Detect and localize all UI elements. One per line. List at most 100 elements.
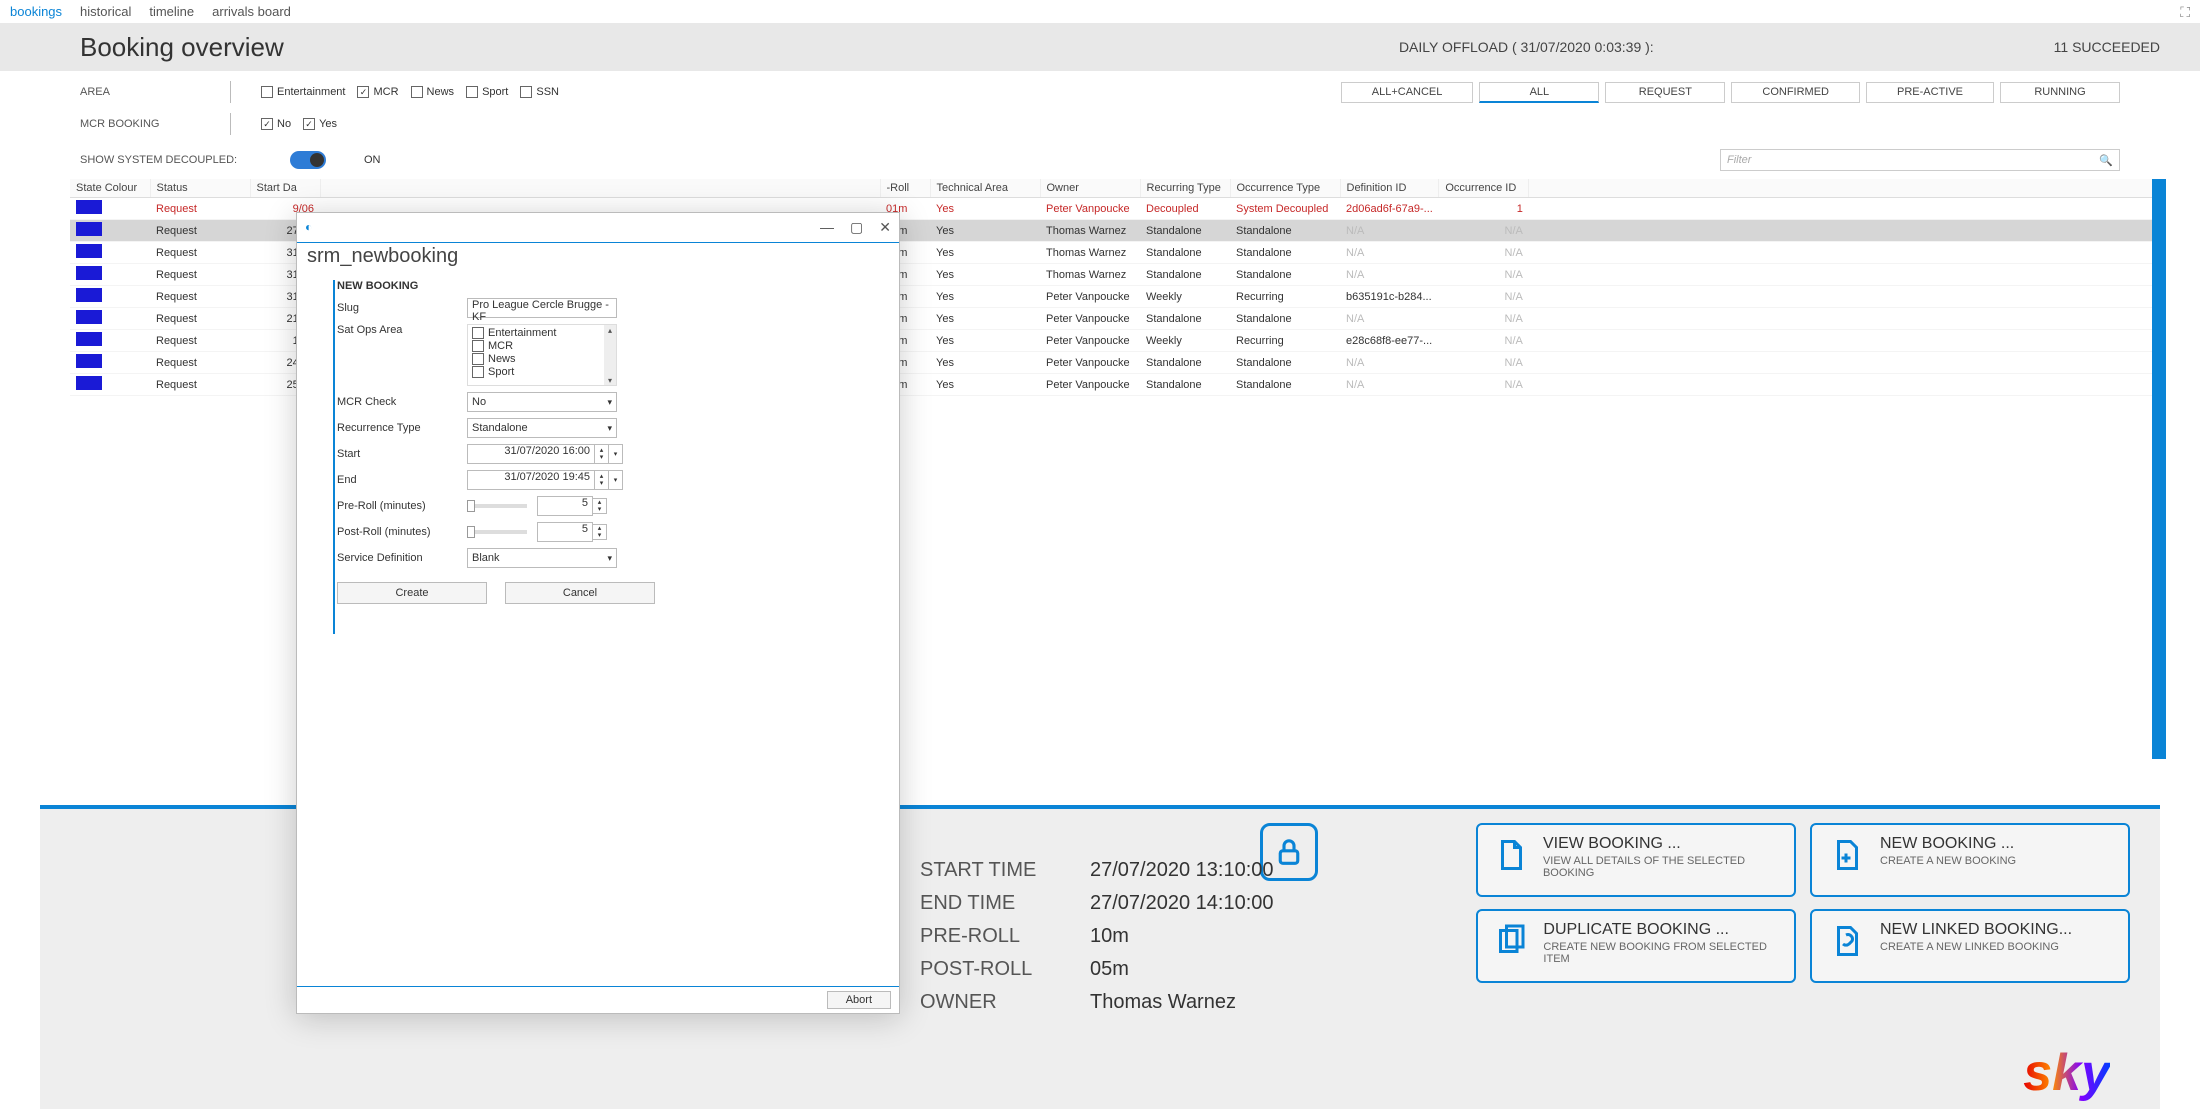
satops-mcr[interactable]: MCR — [472, 340, 612, 352]
end-label: End — [337, 474, 467, 486]
show-decoupled-toggle[interactable] — [290, 151, 326, 169]
new-linked-booking-button[interactable]: NEW LINKED BOOKING...CREATE A NEW LINKED… — [1810, 909, 2130, 983]
col-definition-id[interactable]: Definition ID — [1340, 179, 1439, 198]
col-occurrence-id[interactable]: Occurrence ID — [1439, 179, 1529, 198]
pill-request[interactable]: REQUEST — [1605, 82, 1725, 103]
detail-kv-list: START TIME27/07/2020 13:10:00 END TIME27… — [920, 859, 1274, 1014]
document-link-icon — [1826, 921, 1866, 961]
preroll-input[interactable]: 5 — [537, 496, 593, 516]
new-linked-sub: CREATE A NEW LINKED BOOKING — [1880, 941, 2072, 953]
state-colour-swatch — [76, 354, 102, 368]
area-filter-label: AREA — [80, 86, 200, 98]
filter-row-decoupled: SHOW SYSTEM DECOUPLED: ON Filter 🔍 — [0, 141, 2200, 179]
area-mcr-check[interactable]: ✓MCR — [357, 86, 398, 98]
start-dropdown[interactable]: ▾ — [609, 444, 623, 464]
page-title: Booking overview — [80, 32, 284, 63]
pre-roll-value: 10m — [1090, 925, 1129, 948]
area-ssn-check[interactable]: SSN — [520, 86, 559, 98]
servicedef-select[interactable]: Blank▾ — [467, 548, 617, 568]
area-mcr-label: MCR — [373, 86, 398, 98]
document-plus-icon — [1826, 835, 1866, 875]
create-button[interactable]: Create — [337, 582, 487, 604]
satops-list[interactable]: Entertainment MCR News Sport ▴▾ — [467, 324, 617, 386]
dialog-title: srm_newbooking — [297, 243, 899, 274]
state-colour-swatch — [76, 310, 102, 324]
satops-label: Sat Ops Area — [337, 324, 467, 336]
abort-button[interactable]: Abort — [827, 991, 891, 1009]
pill-all[interactable]: ALL — [1479, 82, 1599, 103]
new-booking-dialog: ◐ — ▢ ✕ srm_newbooking NEW BOOKING Slug … — [296, 212, 900, 1014]
col-technical-area[interactable]: Technical Area — [930, 179, 1040, 198]
postroll-input[interactable]: 5 — [537, 522, 593, 542]
col-owner[interactable]: Owner — [1040, 179, 1140, 198]
start-datetime[interactable]: 31/07/2020 16:00 — [467, 444, 595, 464]
pill-confirmed[interactable]: CONFIRMED — [1731, 82, 1860, 103]
minimize-icon[interactable]: — — [820, 219, 834, 236]
recurrence-value: Standalone — [472, 422, 528, 434]
new-booking-button[interactable]: NEW BOOKING ...CREATE A NEW BOOKING — [1810, 823, 2130, 897]
col-occurrence-type[interactable]: Occurrence Type — [1230, 179, 1340, 198]
end-time-key: END TIME — [920, 892, 1060, 915]
maximize-icon[interactable]: ▢ — [850, 219, 863, 236]
start-time-value: 27/07/2020 13:10:00 — [1090, 859, 1274, 882]
owner-value: Thomas Warnez — [1090, 991, 1236, 1014]
satops-scrollbar[interactable]: ▴▾ — [604, 325, 616, 385]
post-roll-value: 05m — [1090, 958, 1129, 981]
mcrcheck-select[interactable]: No▾ — [467, 392, 617, 412]
state-colour-swatch — [76, 200, 102, 214]
tab-timeline[interactable]: timeline — [149, 4, 194, 19]
fullscreen-icon[interactable]: ⛶ — [2180, 4, 2190, 21]
col-state-colour[interactable]: State Colour — [70, 179, 150, 198]
view-booking-sub: VIEW ALL DETAILS OF THE SELECTED BOOKING — [1543, 855, 1780, 879]
satops-news[interactable]: News — [472, 353, 612, 365]
start-spinner[interactable]: ▴▾ — [595, 444, 609, 464]
close-icon[interactable]: ✕ — [879, 219, 891, 236]
area-news-check[interactable]: News — [411, 86, 455, 98]
satops-sport-label: Sport — [488, 366, 514, 378]
col-roll[interactable]: -Roll — [880, 179, 930, 198]
col-status[interactable]: Status — [150, 179, 250, 198]
view-booking-button[interactable]: VIEW BOOKING ...VIEW ALL DETAILS OF THE … — [1476, 823, 1796, 897]
status-filter-pills: ALL+CANCEL ALL REQUEST CONFIRMED PRE-ACT… — [1341, 82, 2120, 103]
daily-offload-label: DAILY OFFLOAD ( 31/07/2020 0:03:39 ): — [1399, 39, 1654, 55]
area-entertainment-check[interactable]: Entertainment — [261, 86, 345, 98]
pill-preactive[interactable]: PRE-ACTIVE — [1866, 82, 1994, 103]
preroll-slider[interactable] — [467, 504, 527, 508]
preroll-label: Pre-Roll (minutes) — [337, 500, 467, 512]
pill-all-cancel[interactable]: ALL+CANCEL — [1341, 82, 1474, 103]
satops-ent-label: Entertainment — [488, 327, 556, 339]
mcr-no-check[interactable]: ✓No — [261, 118, 291, 130]
grid-scrollbar[interactable] — [2152, 179, 2166, 759]
postroll-spinner[interactable]: ▴▾ — [593, 524, 607, 540]
duplicate-booking-button[interactable]: DUPLICATE BOOKING ...CREATE NEW BOOKING … — [1476, 909, 1796, 983]
chevron-down-icon: ▾ — [607, 397, 612, 408]
mcr-booking-label: MCR BOOKING — [80, 118, 200, 130]
end-datetime[interactable]: 31/07/2020 19:45 — [467, 470, 595, 490]
end-spinner[interactable]: ▴▾ — [595, 470, 609, 490]
postroll-slider[interactable] — [467, 530, 527, 534]
pill-running[interactable]: RUNNING — [2000, 82, 2120, 103]
new-booking-sub: CREATE A NEW BOOKING — [1880, 855, 2016, 867]
preroll-spinner[interactable]: ▴▾ — [593, 498, 607, 514]
area-sport-check[interactable]: Sport — [466, 86, 508, 98]
filter-search[interactable]: Filter 🔍 — [1720, 149, 2120, 171]
col-recurring-type[interactable]: Recurring Type — [1140, 179, 1230, 198]
state-colour-swatch — [76, 266, 102, 280]
servicedef-value: Blank — [472, 552, 500, 564]
recurrence-select[interactable]: Standalone▾ — [467, 418, 617, 438]
satops-entertainment[interactable]: Entertainment — [472, 327, 612, 339]
tab-arrivals-board[interactable]: arrivals board — [212, 4, 291, 19]
filter-row-area: AREA Entertainment ✓MCR News Sport SSN A… — [0, 71, 2200, 107]
end-dropdown[interactable]: ▾ — [609, 470, 623, 490]
header-bar: Booking overview DAILY OFFLOAD ( 31/07/2… — [0, 23, 2200, 71]
cancel-button[interactable]: Cancel — [505, 582, 655, 604]
section-accent — [333, 280, 335, 634]
start-label: Start — [337, 448, 467, 460]
recurrence-label: Recurrence Type — [337, 422, 467, 434]
tab-bookings[interactable]: bookings — [10, 4, 62, 19]
mcr-yes-check[interactable]: ✓Yes — [303, 118, 337, 130]
tab-historical[interactable]: historical — [80, 4, 131, 19]
col-start-date[interactable]: Start Da — [250, 179, 320, 198]
satops-sport[interactable]: Sport — [472, 366, 612, 378]
slug-input[interactable]: Pro League Cercle Brugge - KF — [467, 298, 617, 318]
